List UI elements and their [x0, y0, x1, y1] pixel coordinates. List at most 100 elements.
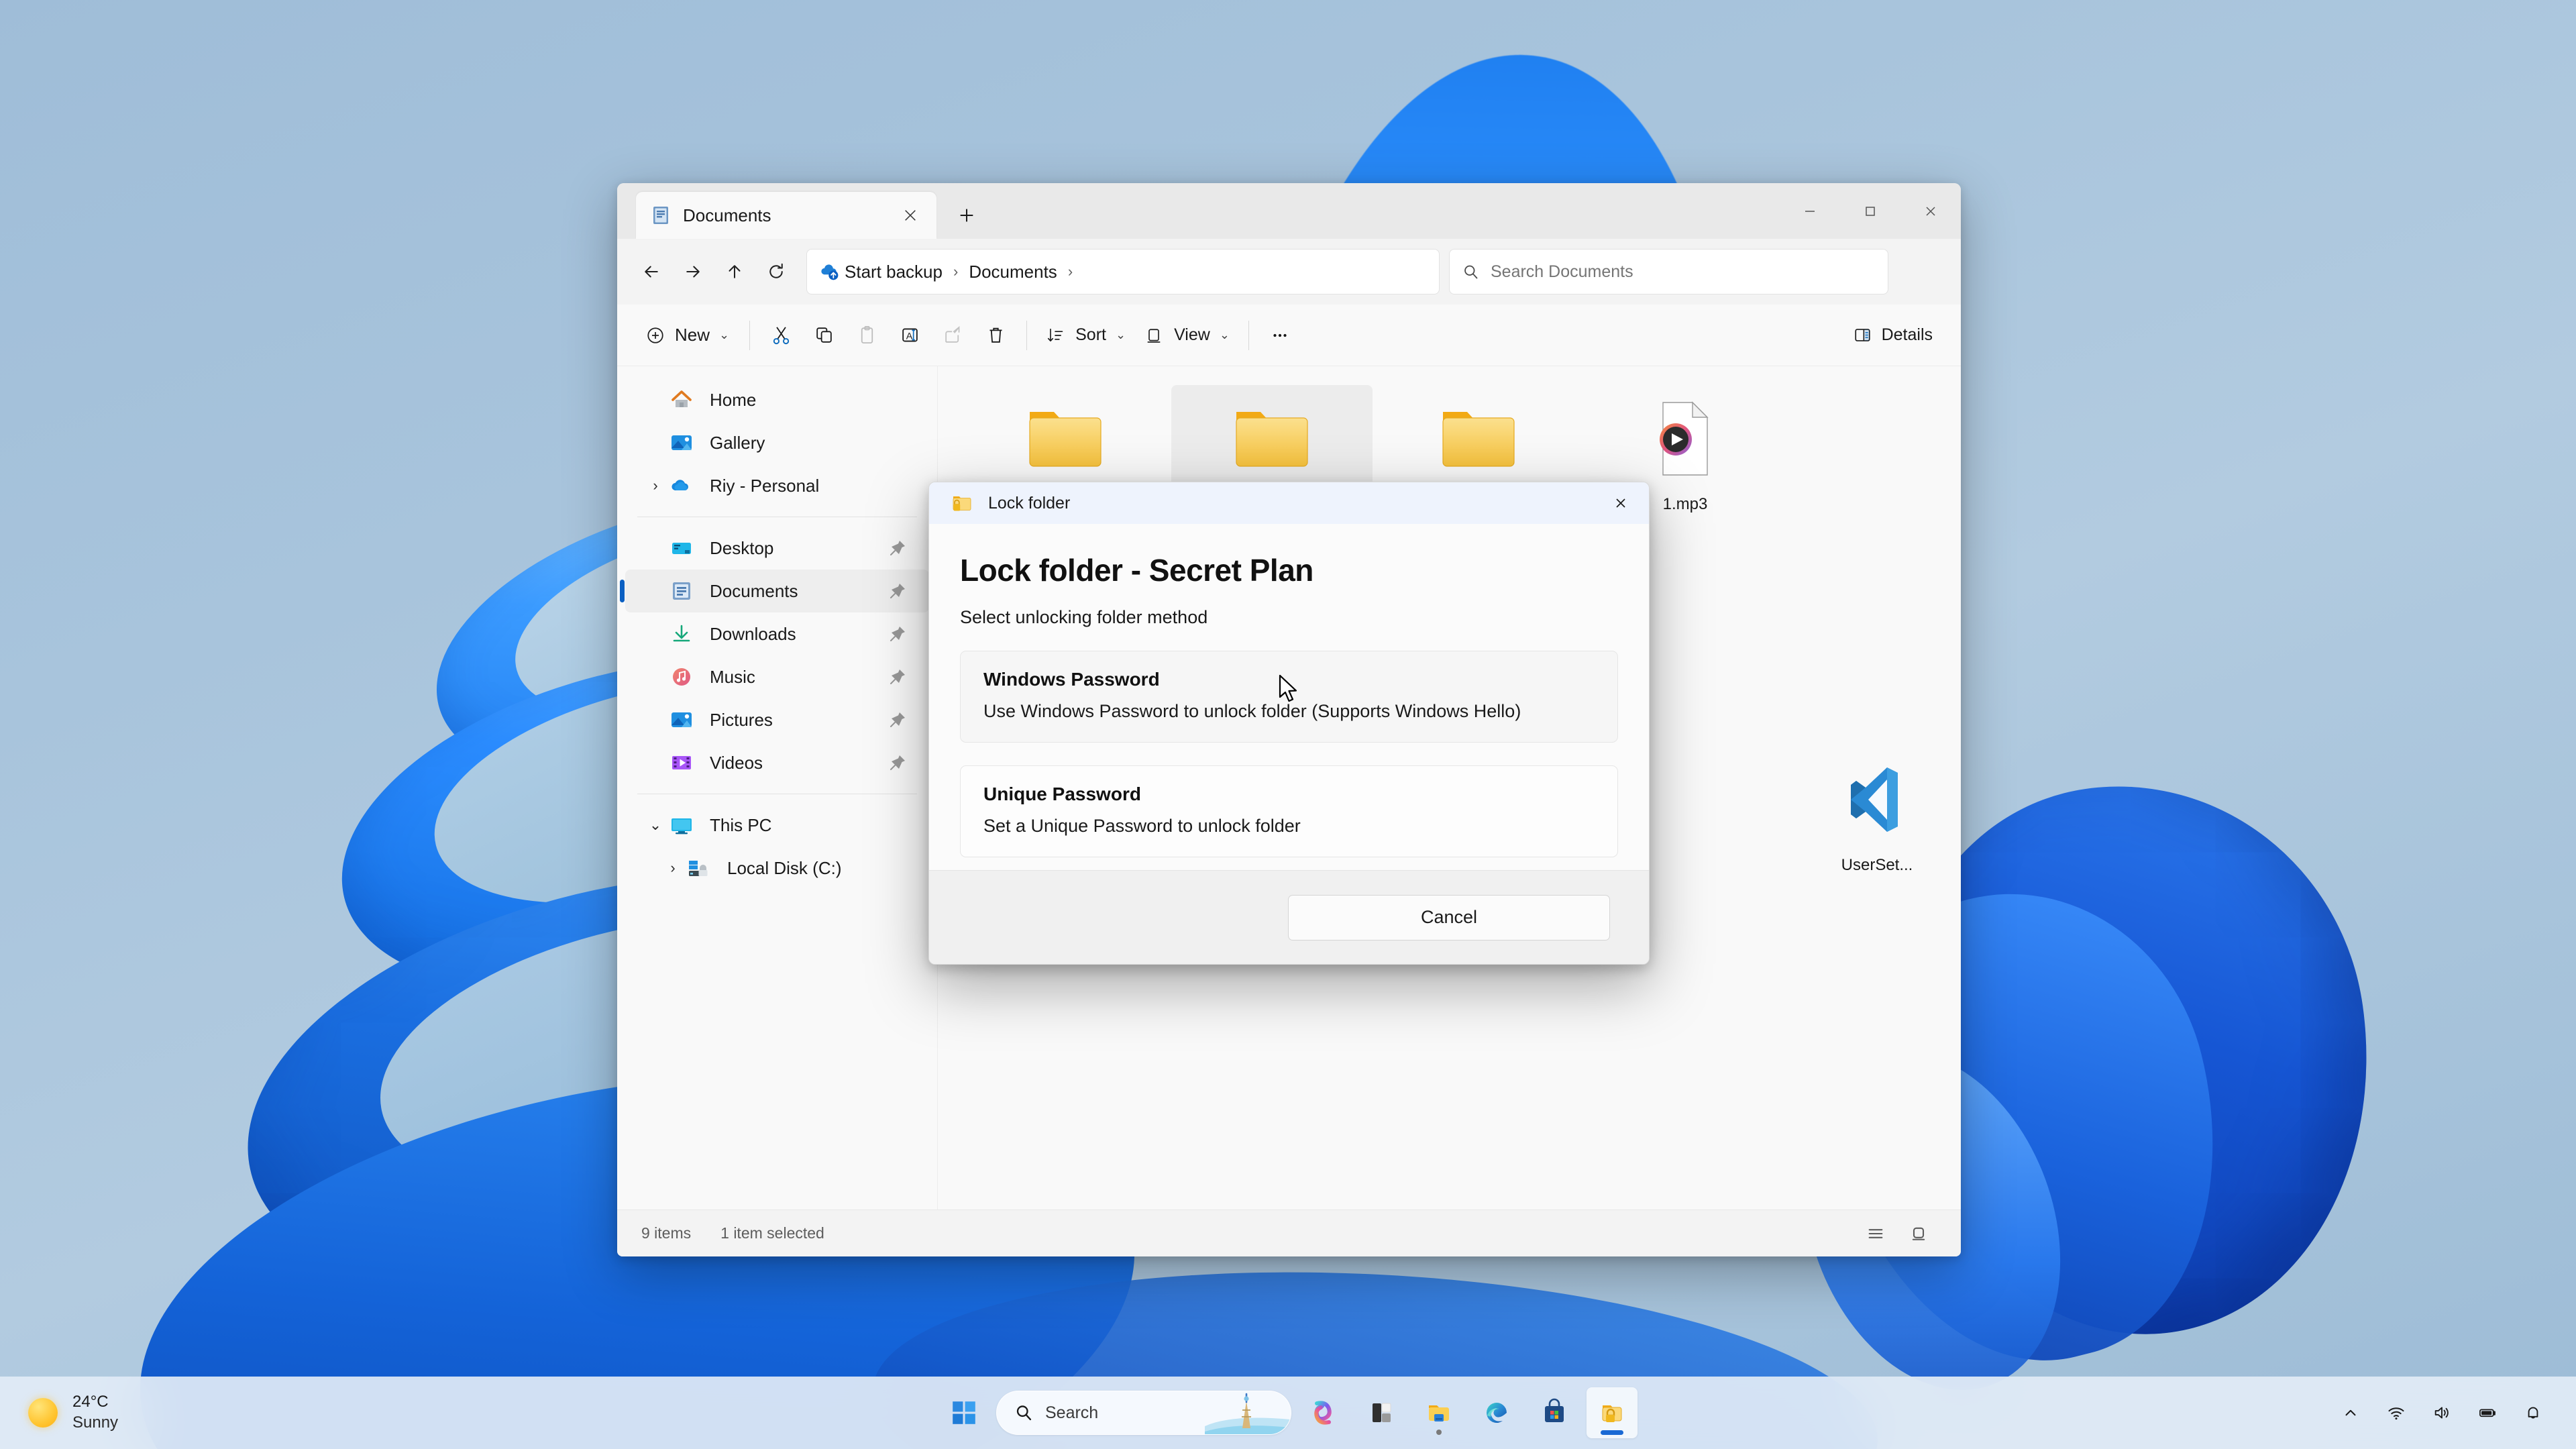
navigation-bar: Start backup › Documents › — [617, 239, 1961, 305]
pin-icon[interactable] — [888, 538, 908, 558]
copy-button[interactable] — [802, 315, 845, 356]
view-button[interactable]: View ⌄ — [1135, 315, 1239, 356]
dialog-close-icon[interactable] — [1599, 485, 1642, 521]
search-icon — [1014, 1403, 1033, 1422]
home-icon — [668, 386, 695, 413]
search-documents-box[interactable] — [1449, 249, 1888, 294]
folder-icon — [1015, 397, 1116, 480]
option-unique-password-desc: Set a Unique Password to unlock folder — [983, 816, 1301, 836]
sidebar-label-videos: Videos — [710, 752, 763, 773]
breadcrumb-separator-trailing[interactable]: › — [1061, 263, 1079, 280]
local-disk-icon — [686, 855, 712, 881]
sun-icon — [28, 1398, 58, 1428]
sidebar-item-gallery[interactable]: Gallery — [625, 421, 929, 464]
taskbar-app-lock-folder[interactable] — [1587, 1387, 1638, 1438]
tab-documents[interactable]: Documents — [636, 192, 936, 239]
lock-folder-dialog: Lock folder Lock folder - Secret Plan Se… — [928, 482, 1650, 965]
status-bar: 9 items 1 item selected — [617, 1210, 1961, 1256]
rename-button[interactable]: A — [888, 315, 931, 356]
search-illustration — [1205, 1391, 1291, 1434]
breadcrumb-start-backup[interactable]: Start backup — [841, 262, 947, 282]
sidebar-item-videos[interactable]: Videos — [625, 741, 929, 784]
weather-widget[interactable]: 24°C Sunny — [28, 1392, 118, 1433]
delete-button[interactable] — [974, 315, 1017, 356]
pin-icon[interactable] — [888, 753, 908, 773]
plus-circle-icon — [645, 325, 665, 345]
new-button[interactable]: New ⌄ — [635, 315, 740, 356]
details-pane-button[interactable]: Details — [1842, 315, 1943, 356]
music-icon — [668, 663, 695, 690]
taskbar-center-group: Search — [938, 1387, 1638, 1438]
sidebar-item-music[interactable]: Music — [625, 655, 929, 698]
new-tab-button[interactable] — [949, 197, 985, 233]
refresh-button[interactable] — [755, 251, 797, 292]
sidebar-label-home: Home — [710, 389, 757, 410]
option-windows-password[interactable]: Windows Password Use Windows Password to… — [960, 651, 1618, 743]
show-hidden-icons-chevron-up-icon[interactable] — [2332, 1394, 2369, 1432]
volume-icon[interactable] — [2423, 1394, 2461, 1432]
file-item-vscode[interactable]: UserSet... — [1776, 746, 1961, 920]
sidebar-item-pictures[interactable]: Pictures — [625, 698, 929, 741]
taskbar-app-file-explorer[interactable] — [1413, 1387, 1464, 1438]
taskbar-app-widgets[interactable] — [1356, 1387, 1407, 1438]
lock-folder-icon — [951, 493, 973, 513]
weather-text: 24°C Sunny — [72, 1392, 118, 1433]
chevron-down-icon: ⌄ — [719, 328, 730, 341]
taskbar: 24°C Sunny Search — [0, 1377, 2576, 1449]
forward-button[interactable] — [672, 251, 714, 292]
sidebar-label-local-disk: Local Disk (C:) — [727, 857, 842, 878]
minimize-button[interactable] — [1780, 183, 1840, 239]
tab-label: Documents — [683, 205, 771, 225]
taskbar-search[interactable]: Search — [996, 1391, 1291, 1435]
network-wifi-icon[interactable] — [2377, 1394, 2415, 1432]
window-titlebar: Documents — [617, 183, 1961, 239]
taskbar-app-microsoft-store[interactable] — [1529, 1387, 1580, 1438]
sidebar-item-desktop[interactable]: Desktop — [625, 527, 929, 570]
search-icon — [1462, 263, 1480, 281]
battery-icon[interactable] — [2469, 1394, 2506, 1432]
dialog-title-label: Lock folder — [988, 493, 1071, 513]
sort-label: Sort — [1075, 325, 1106, 344]
expander-chevron-down-icon[interactable]: ⌄ — [643, 816, 668, 834]
command-toolbar: New ⌄ A Sort ⌄ View ⌄ Details — [617, 305, 1961, 366]
sidebar-item-onedrive[interactable]: › Riy - Personal — [625, 464, 929, 507]
details-view-toggle-icon[interactable] — [1900, 1218, 1937, 1249]
documents-folder-icon — [651, 205, 671, 225]
sidebar-label-downloads: Downloads — [710, 623, 796, 644]
breadcrumb-documents[interactable]: Documents — [965, 262, 1061, 282]
option-windows-password-desc: Use Windows Password to unlock folder (S… — [983, 701, 1521, 721]
sidebar-item-documents[interactable]: Documents — [620, 570, 929, 612]
cancel-button[interactable]: Cancel — [1288, 894, 1610, 941]
taskbar-app-copilot[interactable] — [1298, 1387, 1349, 1438]
close-button[interactable] — [1900, 183, 1961, 239]
pin-icon[interactable] — [888, 624, 908, 644]
address-bar[interactable]: Start backup › Documents › — [806, 249, 1440, 294]
see-more-button[interactable] — [1258, 315, 1301, 356]
breadcrumb-separator: › — [953, 263, 959, 280]
search-input[interactable] — [1491, 262, 1876, 282]
sidebar-item-this-pc[interactable]: ⌄ This PC — [625, 804, 929, 847]
cut-button[interactable] — [759, 315, 802, 356]
expander-chevron-right-icon[interactable]: › — [660, 859, 686, 877]
up-button[interactable] — [714, 251, 755, 292]
tab-close-icon[interactable] — [895, 200, 926, 231]
pin-icon[interactable] — [888, 581, 908, 601]
back-button[interactable] — [631, 251, 672, 292]
start-button[interactable] — [938, 1387, 989, 1438]
maximize-button[interactable] — [1840, 183, 1900, 239]
list-view-toggle-icon[interactable] — [1858, 1218, 1894, 1249]
sidebar-item-downloads[interactable]: Downloads — [625, 612, 929, 655]
option-unique-password[interactable]: Unique Password Set a Unique Password to… — [960, 765, 1618, 857]
taskbar-app-edge[interactable] — [1471, 1387, 1522, 1438]
sidebar-item-home[interactable]: Home — [625, 378, 929, 421]
share-button — [931, 315, 974, 356]
expander-chevron-right-icon[interactable]: › — [643, 477, 668, 494]
sort-button[interactable]: Sort ⌄ — [1036, 315, 1135, 356]
chevron-down-icon-view: ⌄ — [1219, 328, 1230, 341]
pin-icon[interactable] — [888, 710, 908, 730]
sidebar-item-local-disk[interactable]: › Local Disk (C:) — [625, 847, 929, 890]
navigation-pane: Home Gallery › Riy - Personal Desktop Do… — [617, 366, 938, 1210]
pin-icon[interactable] — [888, 667, 908, 687]
option-windows-password-title: Windows Password — [983, 669, 1160, 690]
notifications-bell-icon[interactable] — [2514, 1394, 2552, 1432]
